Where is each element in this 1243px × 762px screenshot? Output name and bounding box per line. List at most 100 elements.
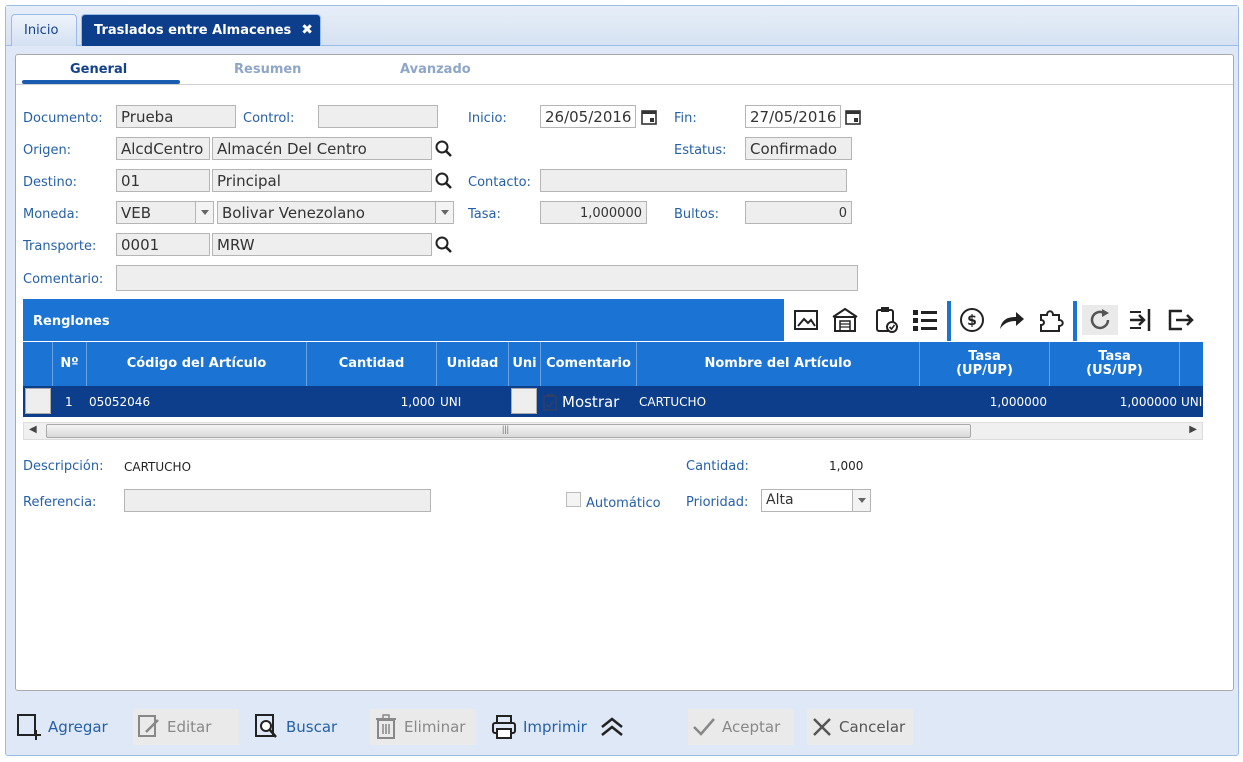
col-tasa-us-line2: (US/UP) — [1086, 363, 1143, 378]
main-panel: General Resumen Avanzado Documento: Prue… — [15, 54, 1234, 691]
scroll-thumb[interactable]: ||| — [46, 424, 971, 438]
row-select-checkbox[interactable] — [25, 388, 51, 414]
cell-nombre: CARTUCHO — [639, 394, 707, 409]
search-icon[interactable] — [434, 235, 454, 255]
image-icon[interactable] — [791, 305, 821, 335]
cell-no: 1 — [65, 394, 73, 409]
prioridad-label: Prioridad: — [686, 495, 749, 510]
forward-arrow-icon[interactable] — [997, 305, 1027, 335]
origen-name-field[interactable]: Almacén Del Centro — [212, 137, 432, 160]
close-tab-icon[interactable]: ✖ — [301, 22, 313, 38]
double-chevron-up-icon — [601, 717, 623, 736]
moneda-name-value: Bolivar Venezolano — [222, 204, 365, 222]
toolbar-separator — [1073, 301, 1077, 341]
destino-label: Destino: — [23, 175, 78, 190]
top-tab-bar: Inicio Traslados entre Almacenes ✖ — [6, 6, 1238, 46]
descripcion-label: Descripción: — [23, 459, 104, 474]
chevron-down-icon[interactable] — [852, 490, 870, 511]
calendar-icon[interactable] — [845, 109, 861, 125]
cell-comentario[interactable]: Mostrar — [543, 386, 619, 417]
referencia-field[interactable] — [124, 489, 431, 512]
chevron-down-icon[interactable] — [435, 202, 453, 223]
table-row[interactable]: 1 05052046 1,000 UNI Mostrar CARTUCHO 1,… — [23, 386, 1203, 417]
col-nombre[interactable]: Nombre del Artículo — [637, 342, 920, 386]
check-icon — [693, 718, 715, 736]
list-icon[interactable] — [910, 305, 940, 335]
renglones-title: Renglones — [33, 314, 110, 329]
moneda-code-combo[interactable]: VEB — [116, 201, 214, 224]
mostrar-link[interactable]: Mostrar — [562, 393, 619, 411]
chevron-down-icon[interactable] — [195, 202, 213, 223]
tab-resumen[interactable]: Resumen — [234, 62, 301, 77]
bultos-field[interactable]: 0 — [745, 201, 852, 224]
editar-button[interactable]: Editar — [133, 709, 239, 745]
scroll-left-icon[interactable]: ◀ — [29, 424, 37, 435]
cancelar-button[interactable]: Cancelar — [807, 709, 913, 745]
collapse-button[interactable] — [599, 709, 631, 745]
cell-uni-box[interactable] — [511, 388, 537, 414]
refresh-icon[interactable] — [1082, 305, 1118, 335]
toolbar-separator — [947, 301, 951, 341]
tab-inicio[interactable]: Inicio — [11, 14, 77, 46]
col-tasa-us[interactable]: Tasa (US/UP) — [1050, 342, 1180, 386]
detail-cantidad-label: Cantidad: — [686, 459, 749, 474]
aceptar-button[interactable]: Aceptar — [688, 709, 794, 745]
referencia-label: Referencia: — [23, 495, 97, 510]
comentario-field[interactable] — [116, 265, 858, 291]
estatus-label: Estatus: — [674, 143, 727, 158]
imprimir-button[interactable]: Imprimir — [491, 709, 587, 745]
documento-label: Documento: — [23, 111, 103, 126]
add-document-icon — [17, 714, 41, 740]
descripcion-value: CARTUCHO — [124, 460, 192, 474]
import-icon[interactable] — [1125, 305, 1155, 335]
editar-label: Editar — [167, 718, 212, 736]
col-tasa-up-line2: (UP/UP) — [956, 363, 1013, 378]
puzzle-icon[interactable] — [1037, 305, 1067, 335]
search-icon[interactable] — [434, 139, 454, 159]
prioridad-combo[interactable]: Alta — [761, 489, 871, 512]
cancelar-label: Cancelar — [839, 718, 906, 736]
col-tasa-up[interactable]: Tasa (UP/UP) — [920, 342, 1050, 386]
clipboard-check-icon[interactable] — [871, 305, 901, 335]
tab-traslados[interactable]: Traslados entre Almacenes ✖ — [81, 14, 321, 46]
currency-icon[interactable]: $ — [957, 305, 987, 335]
transporte-name-field[interactable]: MRW — [212, 233, 432, 256]
buscar-button[interactable]: Buscar — [254, 709, 337, 745]
destino-name-field[interactable]: Principal — [212, 169, 432, 192]
clipboard-icon — [543, 393, 557, 411]
col-extra[interactable]: I — [1180, 342, 1203, 386]
col-comentario[interactable]: Comentario — [541, 342, 637, 386]
bultos-label: Bultos: — [674, 207, 719, 222]
origen-code-field[interactable]: AlcdCentro — [116, 137, 210, 160]
documento-field[interactable]: Prueba — [116, 105, 236, 128]
horizontal-scrollbar[interactable]: ◀ ||| ▶ — [23, 422, 1203, 440]
search-icon[interactable] — [434, 171, 454, 191]
moneda-code-value: VEB — [121, 204, 152, 222]
automatico-checkbox[interactable] — [566, 492, 581, 507]
destino-code-field[interactable]: 01 — [116, 169, 210, 192]
warehouse-icon[interactable] — [830, 305, 860, 335]
scroll-right-icon[interactable]: ▶ — [1189, 424, 1197, 435]
transporte-code-field[interactable]: 0001 — [116, 233, 210, 256]
moneda-name-combo[interactable]: Bolivar Venezolano — [217, 201, 454, 224]
col-no[interactable]: Nº — [53, 342, 87, 386]
tab-general[interactable]: General — [70, 62, 127, 77]
col-cantidad[interactable]: Cantidad — [307, 342, 437, 386]
exit-icon[interactable] — [1166, 305, 1196, 335]
contacto-field[interactable] — [540, 169, 847, 192]
calendar-icon[interactable] — [641, 109, 657, 125]
tab-avanzado[interactable]: Avanzado — [400, 62, 471, 77]
col-unidad[interactable]: Unidad — [437, 342, 509, 386]
eliminar-button[interactable]: Eliminar — [370, 709, 476, 745]
fin-date-field[interactable]: 27/05/2016 — [745, 105, 841, 128]
fin-label: Fin: — [674, 111, 697, 126]
agregar-button[interactable]: Agregar — [16, 709, 108, 745]
tab-traslados-label: Traslados entre Almacenes — [94, 23, 292, 38]
aceptar-label: Aceptar — [722, 718, 781, 736]
printer-icon — [492, 715, 516, 739]
control-field[interactable] — [318, 105, 438, 128]
inicio-date-field[interactable]: 26/05/2016 — [540, 105, 636, 128]
col-codigo[interactable]: Código del Artículo — [87, 342, 307, 386]
control-label: Control: — [243, 111, 295, 126]
col-uni[interactable]: Uni — [509, 342, 541, 386]
